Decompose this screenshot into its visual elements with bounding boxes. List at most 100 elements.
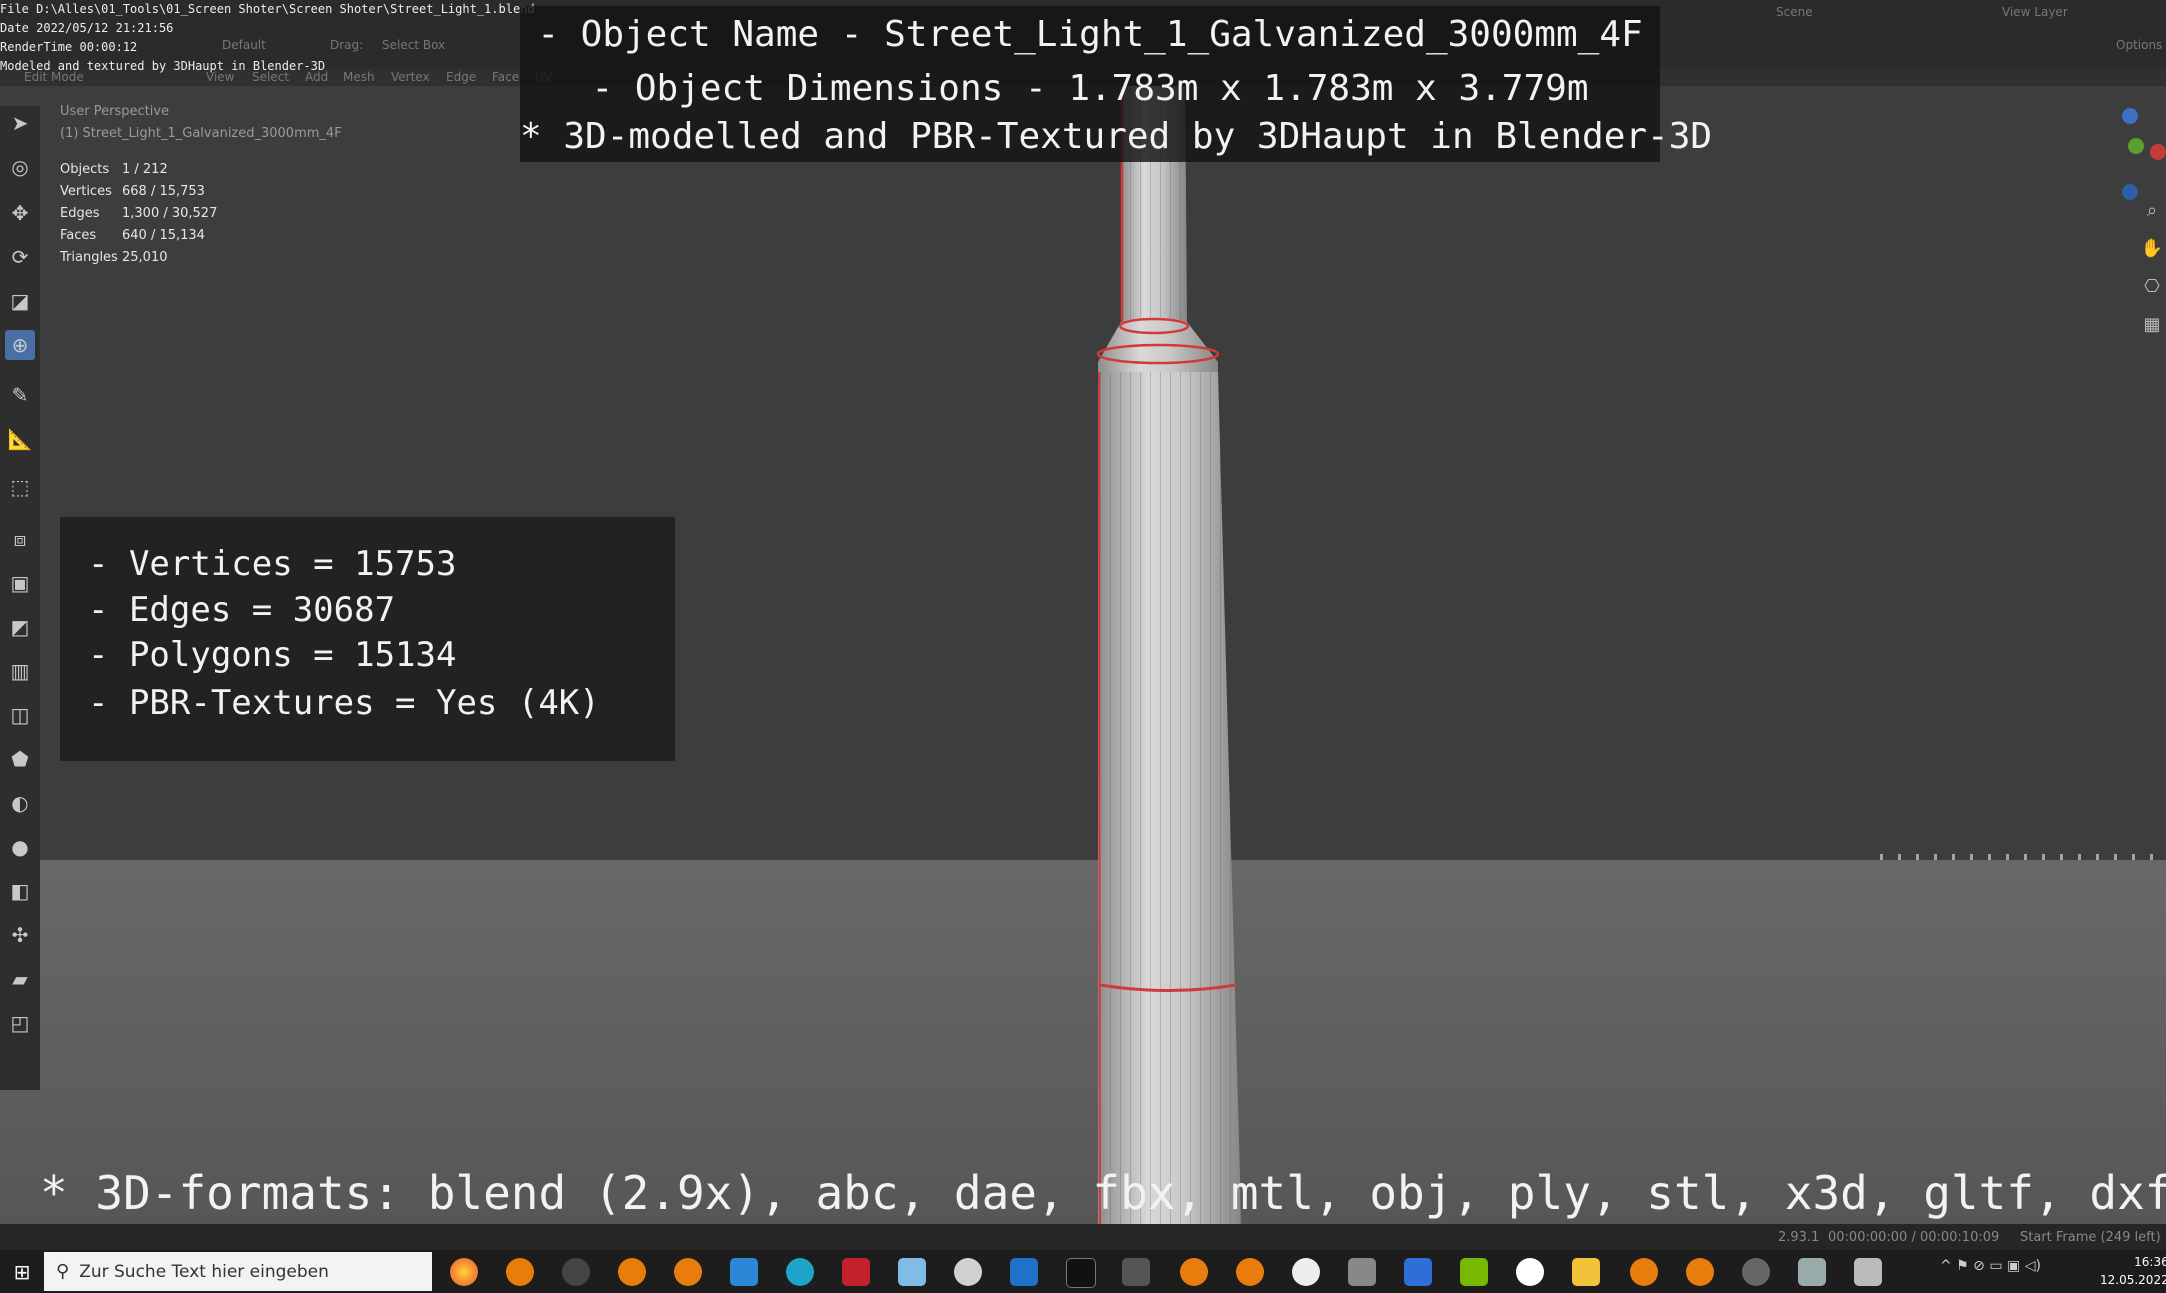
settings-icon[interactable] <box>1742 1258 1770 1286</box>
drag-label: Drag: <box>330 38 364 52</box>
version-label: 2.93.1 <box>1778 1230 1820 1245</box>
view-layer-selector[interactable]: View Layer <box>2002 5 2068 19</box>
blender-icon-2[interactable] <box>618 1258 646 1286</box>
file-explorer-icon[interactable] <box>1572 1258 1600 1286</box>
start-frame-label: Start Frame (249 left) <box>2020 1230 2161 1245</box>
stat-triangles: Triangles 25,010 <box>60 250 168 265</box>
app-window-icon-2[interactable] <box>1854 1258 1882 1286</box>
windows-start-icon[interactable]: ⊞ <box>0 1250 44 1293</box>
app-tool-icon[interactable] <box>1122 1258 1150 1286</box>
loop-cut-icon[interactable]: ▥ <box>5 656 35 686</box>
drag-select-dropdown[interactable]: Select Box <box>382 38 445 52</box>
select-cursor-icon[interactable]: ➤ <box>5 108 35 138</box>
windows-taskbar: ⊞ ⚲ Zur Suche Text hier eingeben ^ ⚑ ⊘ ▭… <box>0 1250 2166 1293</box>
orientation-dropdown[interactable]: Default <box>222 38 266 52</box>
firefox-icon[interactable] <box>450 1258 478 1286</box>
spin-icon[interactable]: ◐ <box>5 788 35 818</box>
nvidia-icon[interactable] <box>1460 1258 1488 1286</box>
app-cloud-icon[interactable] <box>954 1258 982 1286</box>
object-dimensions-line: - Object Dimensions - 1.783m x 1.783m x … <box>591 68 1589 109</box>
add-cube-icon[interactable]: ⬚ <box>5 472 35 502</box>
app-circle-icon[interactable] <box>1516 1258 1544 1286</box>
search-placeholder: Zur Suche Text hier eingeben <box>79 1261 329 1282</box>
tool-shelf: ➤ ◎ ✥ ⟳ ◪ ⊕ ✎ 📐 ⬚ ⧈ ▣ ◩ ▥ ◫ ⬟ ◐ ● ◧ ✣ ▰ … <box>0 106 40 1090</box>
info-edges: - Edges = 30687 <box>88 590 396 630</box>
annotate-icon[interactable]: ✎ <box>5 380 35 410</box>
scene-statistics: Objects 1 / 212 Vertices 668 / 15,753 Edge… <box>60 162 217 272</box>
clock-time: 16:36 <box>2134 1255 2166 1269</box>
navigation-gizmo-x-icon[interactable] <box>2150 144 2166 160</box>
grid-icon[interactable]: ▦ <box>2138 314 2166 352</box>
notes-icon[interactable] <box>898 1258 926 1286</box>
info-polygons: - Polygons = 15134 <box>88 635 457 675</box>
object-title-overlay: - Object Name - Street_Light_1_Galvanize… <box>520 6 1712 162</box>
scene-selector[interactable]: Scene <box>1776 5 1813 19</box>
viewport-object-label: (1) Street_Light_1_Galvanized_3000mm_4F <box>60 126 342 141</box>
object-name-line: - Object Name - Street_Light_1_Galvanize… <box>537 14 1643 55</box>
panda-icon[interactable] <box>1292 1258 1320 1286</box>
menu-edge[interactable]: Edge <box>446 70 476 84</box>
stat-vertices: Vertices 668 / 15,753 <box>60 184 205 199</box>
stat-objects: Objects 1 / 212 <box>60 162 168 177</box>
scale-icon[interactable]: ◪ <box>5 286 35 316</box>
blender-icon-5[interactable] <box>1630 1258 1658 1286</box>
system-tray[interactable]: ^ ⚑ ⊘ ▭ ▣ ◁) <box>1940 1258 2041 1274</box>
render-stamp-credit: Modeled and textured by 3DHaupt in Blend… <box>0 59 326 73</box>
move-icon[interactable]: ✥ <box>5 198 35 228</box>
measure-icon[interactable]: 📐 <box>5 424 35 454</box>
cursor-3d-icon[interactable]: ◎ <box>5 152 35 182</box>
inset-icon[interactable]: ▣ <box>5 568 35 598</box>
terminal-icon[interactable] <box>1066 1258 1096 1288</box>
mail-icon[interactable] <box>730 1258 758 1286</box>
formats-overlay: * 3D-formats: blend (2.9x), abc, dae, fb… <box>40 1166 2166 1220</box>
edge-browser-icon[interactable] <box>786 1258 814 1286</box>
shrink-fatten-icon[interactable]: ✣ <box>5 920 35 950</box>
taskbar-clock[interactable]: 16:36 12.05.2022 <box>2100 1253 2166 1289</box>
app-blue-icon[interactable] <box>1010 1258 1038 1286</box>
menu-mesh[interactable]: Mesh <box>343 70 375 84</box>
obs-icon[interactable] <box>562 1258 590 1286</box>
viewport-perspective-label: User Perspective <box>60 104 170 119</box>
app-window-icon[interactable] <box>1798 1258 1826 1286</box>
transform-icon[interactable]: ⊕ <box>5 330 35 360</box>
bevel-icon[interactable]: ◩ <box>5 612 35 642</box>
navigation-gizmo-neg-z-icon[interactable] <box>2122 184 2138 200</box>
render-stamp-file: File D:\Alles\01_Tools\01_Screen Shoter\… <box>0 2 535 16</box>
viewport-navigation-tools: ⌕ ✋ ⎔ ▦ <box>2138 200 2166 352</box>
poly-build-icon[interactable]: ⬟ <box>5 744 35 774</box>
render-stamp-date: Date 2022/05/12 21:21:56 <box>0 21 174 35</box>
rotate-icon[interactable]: ⟳ <box>5 242 35 272</box>
knife-icon[interactable]: ◫ <box>5 700 35 730</box>
smooth-icon[interactable]: ● <box>5 832 35 862</box>
rip-region-icon[interactable]: ◰ <box>5 1008 35 1038</box>
options-button[interactable]: Options <box>2116 38 2162 52</box>
blender-icon-3[interactable] <box>674 1258 702 1286</box>
mesh-info-overlay: - Vertices = 15753 - Edges = 30687 - Pol… <box>60 517 675 761</box>
shear-icon[interactable]: ▰ <box>5 964 35 994</box>
render-stamp-time: RenderTime 00:00:12 <box>0 40 138 54</box>
extrude-icon[interactable]: ⧈ <box>5 524 35 554</box>
navigation-gizmo-y-icon[interactable] <box>2128 138 2144 154</box>
camera-icon[interactable]: ⎔ <box>2138 276 2166 314</box>
blender-icon[interactable] <box>506 1258 534 1286</box>
cube-icon[interactable] <box>1348 1258 1376 1286</box>
timecode-label: 00:00:00:00 / 00:00:10:09 <box>1828 1230 2000 1245</box>
clock-date: 12.05.2022 <box>2100 1273 2166 1287</box>
app-red-icon[interactable] <box>842 1258 870 1286</box>
edge-slide-icon[interactable]: ◧ <box>5 876 35 906</box>
navigation-gizmo-z-icon[interactable] <box>2122 108 2138 124</box>
menu-face[interactable]: Face <box>492 70 519 84</box>
blender-status-bar: 2.93.1 00:00:00:00 / 00:00:10:09 Start F… <box>0 1224 2166 1250</box>
blender-icon-6[interactable] <box>1686 1258 1714 1286</box>
zoom-icon[interactable]: ⌕ <box>2138 200 2166 238</box>
calendar-icon[interactable] <box>1404 1258 1432 1286</box>
pan-hand-icon[interactable]: ✋ <box>2138 238 2166 276</box>
menu-vertex[interactable]: Vertex <box>391 70 430 84</box>
stat-edges: Edges 1,300 / 30,527 <box>60 206 218 221</box>
blender-icon-4[interactable] <box>1236 1258 1264 1286</box>
stat-faces: Faces 640 / 15,134 <box>60 228 205 243</box>
info-pbr-textures: - PBR-Textures = Yes (4K) <box>88 683 600 723</box>
blender-active-icon[interactable] <box>1180 1258 1208 1286</box>
search-icon: ⚲ <box>56 1261 70 1282</box>
taskbar-search-box[interactable]: ⚲ Zur Suche Text hier eingeben <box>44 1252 432 1291</box>
